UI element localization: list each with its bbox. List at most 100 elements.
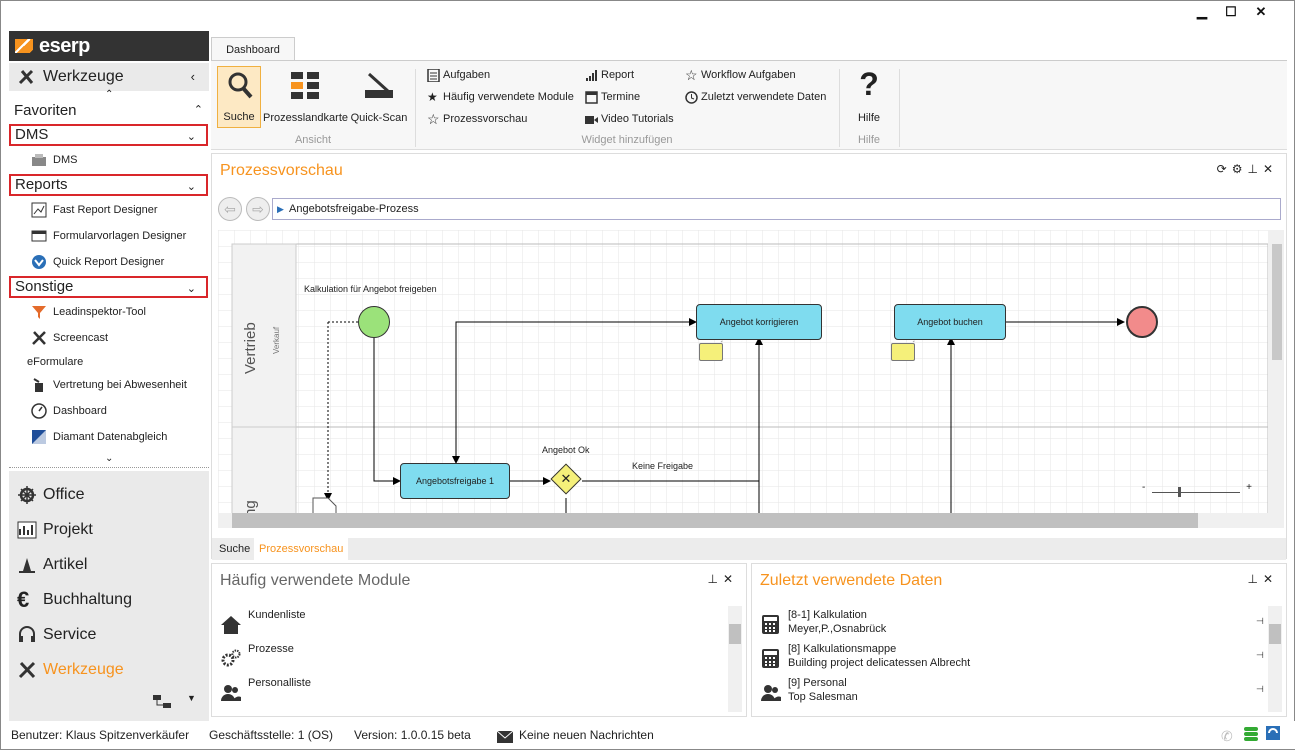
gears-icon xyxy=(221,649,241,667)
task-angebot-korrigieren[interactable]: Angebot korrigieren xyxy=(696,304,822,340)
bottom-tabbar xyxy=(212,538,1286,560)
widget-haeufig[interactable]: ★ Häufig verwendete Module xyxy=(427,87,574,107)
sidebar-item-vertretung[interactable]: Vertretung bei Abwesenheit xyxy=(31,374,187,396)
sidebar-item-quick-report[interactable]: Quick Report Designer xyxy=(31,251,164,273)
tab-suche[interactable]: Suche xyxy=(214,538,255,560)
zoom-thumb[interactable] xyxy=(1178,487,1181,497)
sidebar-item-leadinspektor[interactable]: Leadinspektor-Tool xyxy=(31,301,146,323)
zoom-slider[interactable]: - + xyxy=(1142,482,1252,498)
pin-icon[interactable]: ⊥ xyxy=(707,572,722,586)
back-button[interactable]: ⇦ xyxy=(218,197,242,221)
database-icon xyxy=(1243,726,1259,742)
sidebar-item-diamant[interactable]: Diamant Datenabgleich xyxy=(31,426,167,448)
refresh-icon[interactable]: ⟳ xyxy=(1217,162,1232,176)
task-angebot-buchen[interactable]: Angebot buchen xyxy=(894,304,1006,340)
horizontal-scrollbar[interactable] xyxy=(218,513,1284,528)
prozesslandkarte-button[interactable]: Prozesslandkarte xyxy=(263,66,348,128)
sidebar-item-eformulare[interactable]: eFormulare xyxy=(27,351,83,373)
logo-mark-icon xyxy=(15,39,33,53)
chevron-up-icon: ⌃ xyxy=(193,104,203,116)
pin-icon[interactable]: ⊥ xyxy=(1247,162,1262,176)
widget-video[interactable]: Video Tutorials xyxy=(585,109,674,129)
close-icon[interactable]: ✕ xyxy=(723,572,738,586)
pin-item-icon[interactable]: ⊣ xyxy=(1256,614,1264,628)
sidebar-header[interactable]: Werkzeuge ‹ xyxy=(9,63,209,91)
task-angebotsfreigabe[interactable]: Angebotsfreigabe 1 xyxy=(400,463,510,499)
close-icon[interactable]: ✕ xyxy=(1263,572,1278,586)
section-dms[interactable]: DMS ⌄ xyxy=(9,124,208,146)
suche-button[interactable]: Suche xyxy=(217,66,261,128)
task-list-icon xyxy=(427,69,440,82)
recent-item[interactable]: [9] Personal Top Salesman ⊣ xyxy=(760,676,1264,708)
nav-artikel[interactable]: Artikel xyxy=(9,548,209,582)
widget-termine[interactable]: Termine xyxy=(585,87,640,107)
lane-2: ng xyxy=(242,500,259,517)
scroll-down-icon[interactable]: ⌄ xyxy=(105,453,113,464)
breadcrumb[interactable]: ▶ Angebotsfreigabe-Prozess xyxy=(272,198,1281,220)
annotation-note[interactable] xyxy=(891,343,915,361)
vertical-scrollbar[interactable] xyxy=(1268,230,1284,513)
ship-wheel-icon xyxy=(18,486,36,504)
module-item[interactable]: Personalliste xyxy=(220,676,311,708)
modules-panel: Häufig verwendete Module ⊥✕ Kundenliste … xyxy=(211,563,747,717)
recent-item[interactable]: [8] Kalkulationsmappe Building project de… xyxy=(760,642,1264,674)
tab-dashboard[interactable]: Dashboard xyxy=(211,37,295,61)
vertical-scrollbar[interactable] xyxy=(728,606,742,712)
sidebar-item-dashboard[interactable]: Dashboard xyxy=(31,400,107,422)
tab-prozessvorschau[interactable]: Prozessvorschau xyxy=(254,538,349,560)
panel-title: Zuletzt verwendete Daten xyxy=(760,572,943,589)
vertical-scrollbar[interactable] xyxy=(1268,606,1282,712)
end-event[interactable] xyxy=(1126,306,1158,338)
euro-icon: € xyxy=(17,587,30,612)
nav-werkzeuge[interactable]: Werkzeuge xyxy=(9,653,209,687)
module-item[interactable]: Kundenliste xyxy=(220,608,306,640)
section-reports[interactable]: Reports ⌄ xyxy=(9,174,208,196)
collapse-sidebar-button[interactable]: ‹ xyxy=(191,69,195,84)
substitute-icon xyxy=(33,378,43,392)
sync-icon[interactable] xyxy=(1265,725,1281,741)
sidebar-item-form-designer[interactable]: Formularvorlagen Designer xyxy=(31,225,186,247)
nav-config-button[interactable]: ▼ xyxy=(151,691,201,713)
sidebar-item-screencast[interactable]: Screencast xyxy=(31,327,108,349)
start-event[interactable] xyxy=(358,306,390,338)
chevron-down-icon: ⌄ xyxy=(186,181,196,193)
status-messages[interactable]: Keine neuen Nachrichten xyxy=(519,724,654,746)
pin-icon[interactable]: ⊥ xyxy=(1247,572,1262,586)
scanner-icon xyxy=(365,72,393,98)
scroll-up-icon[interactable]: ⌃ xyxy=(105,89,113,100)
widget-workflow[interactable]: ☆ Workflow Aufgaben xyxy=(685,65,796,85)
maximize-button[interactable]: ☐ xyxy=(1223,5,1239,19)
sidebar-splitter[interactable] xyxy=(9,467,209,469)
widget-prozessvorschau[interactable]: ☆ Prozessvorschau xyxy=(427,109,527,129)
gear-icon[interactable]: ⚙ xyxy=(1232,162,1248,176)
favorites-header[interactable]: Favoriten ⌃ xyxy=(14,102,213,119)
sidebar-item-dms[interactable]: DMS xyxy=(31,149,77,171)
nav-office[interactable]: Office xyxy=(9,478,209,512)
recent-item[interactable]: [8-1] Kalkulation Meyer,P.,Osnabrück ⊣ xyxy=(760,608,1264,640)
widget-report[interactable]: Report xyxy=(585,65,634,85)
nav-service[interactable]: Service xyxy=(9,618,209,652)
hilfe-button[interactable]: ? Hilfe xyxy=(847,66,891,128)
annotation-note[interactable] xyxy=(699,343,723,361)
quick-scan-button[interactable]: Quick-Scan xyxy=(349,66,409,128)
nav-projekt[interactable]: Projekt xyxy=(9,513,209,547)
widget-zuletzt[interactable]: Zuletzt verwendete Daten xyxy=(685,87,826,107)
pin-item-icon[interactable]: ⊣ xyxy=(1256,648,1264,662)
section-sonstige[interactable]: Sonstige ⌄ xyxy=(9,276,208,298)
chevron-down-icon: ⌄ xyxy=(186,283,196,295)
sidebar-item-fast-report[interactable]: Fast Report Designer xyxy=(31,199,158,221)
tools-icon xyxy=(18,661,36,679)
panel-controls: ⊥✕ xyxy=(1247,572,1278,586)
pin-item-icon[interactable]: ⊣ xyxy=(1256,682,1264,696)
minimize-button[interactable]: ▁ xyxy=(1194,5,1210,19)
phone-icon[interactable]: ✆ xyxy=(1221,725,1233,747)
forward-button[interactable]: ⇨ xyxy=(246,197,270,221)
widget-aufgaben[interactable]: Aufgaben xyxy=(427,65,490,85)
group-ansicht-label: Ansicht xyxy=(294,134,332,146)
people-icon xyxy=(761,685,781,701)
module-item[interactable]: Prozesse xyxy=(220,642,294,674)
close-icon[interactable]: ✕ xyxy=(1263,162,1278,176)
close-window-button[interactable]: ✕ xyxy=(1253,5,1269,19)
process-canvas[interactable]: Vertrieb Verkauf ng Kalkulation für Ange… xyxy=(218,230,1284,528)
nav-buchhaltung[interactable]: € Buchhaltung xyxy=(9,583,209,617)
